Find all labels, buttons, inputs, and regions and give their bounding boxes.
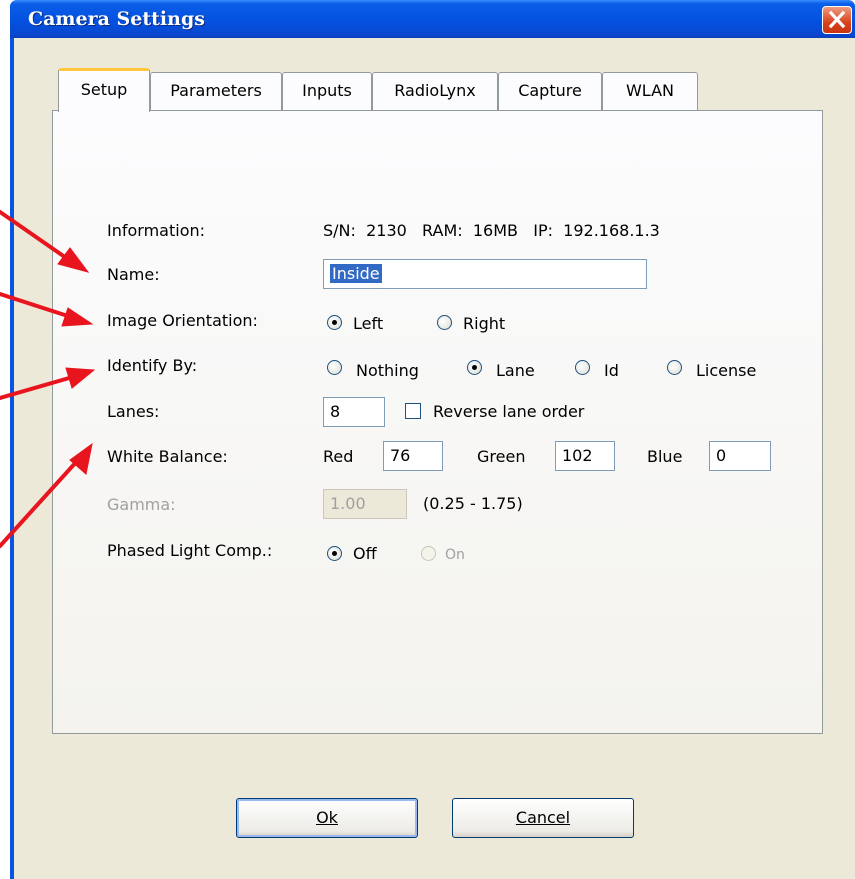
- orientation-right-label: Right: [463, 314, 506, 333]
- tab-setup[interactable]: Setup: [58, 68, 150, 112]
- tab-inputs[interactable]: Inputs: [282, 72, 372, 110]
- identify-license-label: License: [696, 361, 757, 380]
- orientation-right-radio[interactable]: [437, 315, 452, 330]
- identify-nothing-label: Nothing: [356, 361, 419, 380]
- orientation-left-label: Left: [353, 314, 384, 333]
- tab-label: WLAN: [625, 81, 674, 100]
- close-button[interactable]: [822, 6, 852, 34]
- blue-label: Blue: [647, 447, 683, 466]
- image-orientation-label: Image Orientation:: [107, 311, 258, 330]
- tab-parameters[interactable]: Parameters: [150, 72, 282, 110]
- name-input-value: Inside: [330, 264, 382, 283]
- gamma-label: Gamma:: [107, 495, 176, 514]
- information-label: Information:: [107, 221, 206, 240]
- green-value: 102: [562, 446, 593, 465]
- gamma-input[interactable]: 1.00: [323, 489, 407, 519]
- information-value: S/N: 2130 RAM: 16MB IP: 192.168.1.3: [323, 221, 660, 240]
- tab-label: Parameters: [170, 81, 262, 100]
- reverse-lane-order-checkbox[interactable]: [405, 403, 421, 419]
- phased-light-off-radio[interactable]: [327, 546, 342, 561]
- green-input[interactable]: 102: [555, 441, 615, 471]
- identify-id-label: Id: [604, 361, 619, 380]
- lanes-label: Lanes:: [107, 402, 160, 421]
- reverse-lane-order-label: Reverse lane order: [433, 402, 585, 421]
- title-bar[interactable]: Camera Settings: [10, 0, 855, 38]
- tab-wlan[interactable]: WLAN: [602, 72, 698, 110]
- tab-radiolynx[interactable]: RadioLynx: [372, 72, 498, 110]
- red-input[interactable]: 76: [383, 441, 443, 471]
- identify-id-radio[interactable]: [575, 360, 590, 375]
- orientation-left-radio[interactable]: [327, 315, 342, 330]
- red-value: 76: [390, 446, 411, 465]
- name-label: Name:: [107, 265, 160, 284]
- close-icon: [828, 10, 846, 29]
- phased-light-on-label: On: [445, 547, 465, 563]
- phased-light-on-radio[interactable]: [421, 546, 436, 561]
- lanes-input[interactable]: 8: [323, 397, 385, 427]
- dialog-client-area: Setup Parameters Inputs RadioLynx Captur…: [14, 38, 855, 879]
- camera-settings-window: Camera Settings Setup Parameters Inputs …: [10, 0, 855, 879]
- blue-input[interactable]: 0: [709, 441, 771, 471]
- window-title: Camera Settings: [28, 8, 205, 30]
- cancel-button[interactable]: Cancel: [452, 798, 634, 838]
- tab-label: Setup: [80, 80, 128, 99]
- green-label: Green: [477, 447, 526, 466]
- cancel-button-label: Cancel: [515, 808, 571, 827]
- identify-license-radio[interactable]: [667, 360, 682, 375]
- tab-label: Capture: [518, 81, 582, 100]
- tab-capture[interactable]: Capture: [498, 72, 602, 110]
- tab-label: RadioLynx: [394, 81, 476, 100]
- identify-nothing-radio[interactable]: [327, 360, 342, 375]
- tab-label: Inputs: [302, 81, 352, 100]
- ok-button[interactable]: Ok: [236, 798, 418, 838]
- phased-light-off-label: Off: [353, 544, 377, 563]
- ok-button-label: Ok: [316, 808, 338, 827]
- identify-lane-label: Lane: [496, 361, 535, 380]
- gamma-value: 1.00: [330, 494, 366, 513]
- phased-light-label: Phased Light Comp.:: [107, 541, 273, 560]
- red-label: Red: [323, 447, 354, 466]
- blue-value: 0: [716, 446, 727, 465]
- gamma-range: (0.25 - 1.75): [423, 494, 523, 513]
- white-balance-label: White Balance:: [107, 447, 228, 466]
- lanes-value: 8: [330, 402, 341, 421]
- identify-by-label: Identify By:: [107, 356, 198, 375]
- setup-tab-panel: Information: S/N: 2130 RAM: 16MB IP: 192…: [52, 110, 823, 734]
- identify-lane-radio[interactable]: [467, 360, 482, 375]
- name-input[interactable]: Inside: [323, 259, 647, 289]
